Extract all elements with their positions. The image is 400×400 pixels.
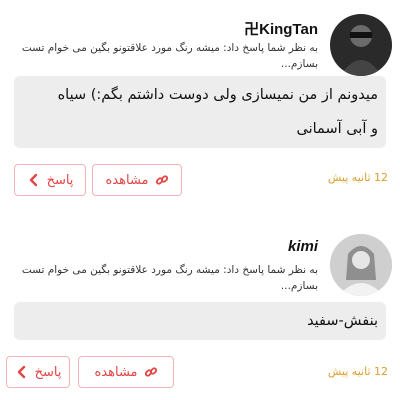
avatar-image: [330, 14, 392, 76]
comment-text: بنفش-سفید: [307, 313, 378, 329]
comment-text: میدونم از من نمیسازی ولی دوست داشتم بگم:…: [57, 87, 378, 103]
avatar[interactable]: [330, 14, 392, 76]
avatar-image: [330, 234, 392, 296]
view-button[interactable]: مشاهده: [78, 356, 174, 388]
timestamp: 12 ثانیه پیش: [327, 171, 388, 184]
link-icon: [155, 173, 169, 187]
username[interactable]: kimi: [288, 238, 318, 255]
view-label: مشاهده: [105, 172, 149, 188]
reply-button[interactable]: پاسخ: [14, 164, 86, 196]
comment-text: و آبی آسمانی: [296, 121, 378, 137]
comment-bubble: بنفش-سفید: [14, 302, 386, 340]
chevron-left-icon: [27, 173, 41, 187]
comment-card: 卍KingTan به نظر شما پاسخ داد: میشه رنگ م…: [0, 0, 400, 200]
comment-card: kimi به نظر شما پاسخ داد: میشه رنگ مورد …: [0, 200, 400, 400]
link-icon: [144, 365, 158, 379]
reply-reference: به نظر شما پاسخ داد: میشه رنگ مورد علاقت…: [21, 264, 318, 292]
reply-label: پاسخ: [34, 364, 62, 380]
chevron-left-icon: [15, 365, 29, 379]
view-label: مشاهده: [94, 364, 138, 380]
comment-bubble: میدونم از من نمیسازی ولی دوست داشتم بگم:…: [14, 76, 386, 148]
reply-button[interactable]: پاسخ: [6, 356, 70, 388]
reply-label: پاسخ: [46, 172, 74, 188]
avatar[interactable]: [330, 234, 392, 296]
reply-reference: به نظر شما پاسخ داد: میشه رنگ مورد علاقت…: [21, 42, 318, 70]
view-button[interactable]: مشاهده: [92, 164, 182, 196]
username[interactable]: 卍KingTan: [244, 18, 318, 39]
timestamp: 12 ثانیه پیش: [327, 365, 388, 378]
